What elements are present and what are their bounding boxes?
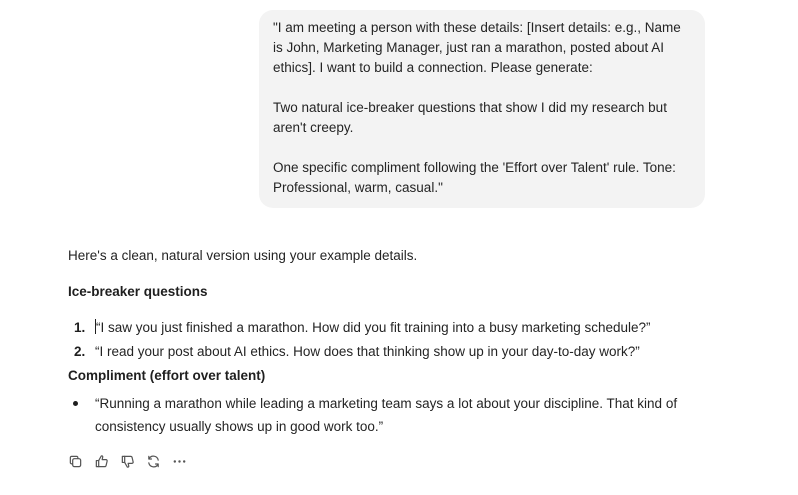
more-options-button[interactable] <box>170 452 188 470</box>
thumbs-up-icon <box>95 454 108 467</box>
message-actions <box>66 452 188 470</box>
assistant-reply: Here's a clean, natural version using yo… <box>68 246 708 438</box>
dislike-button[interactable] <box>118 452 136 470</box>
user-message-paragraph: One specific compliment following the 'E… <box>273 160 680 195</box>
thumbs-down-icon <box>121 455 134 468</box>
question-text: “I saw you just finished a marathon. How… <box>96 320 651 335</box>
copy-icon <box>69 455 81 467</box>
reply-intro: Here's a clean, natural version using yo… <box>68 248 418 263</box>
list-item: 2. “I read your post about AI ethics. Ho… <box>68 342 708 362</box>
list-item: “Running a marathon while leading a mark… <box>68 392 708 438</box>
regenerate-icon <box>147 455 159 467</box>
bullet-icon <box>73 401 78 406</box>
list-item: 1. “I saw you just finished a marathon. … <box>68 318 708 338</box>
user-message-bubble: "I am meeting a person with these detail… <box>259 10 705 208</box>
compliment-list: “Running a marathon while leading a mark… <box>68 392 708 438</box>
compliment-text: “Running a marathon while leading a mark… <box>95 396 678 434</box>
list-number: 1. <box>74 320 86 335</box>
like-button[interactable] <box>92 452 110 470</box>
regenerate-button[interactable] <box>144 452 162 470</box>
icebreaker-list: 1. “I saw you just finished a marathon. … <box>68 318 708 362</box>
user-message-paragraph: Two natural ice-breaker questions that s… <box>273 100 671 135</box>
more-icon <box>173 459 185 463</box>
list-number: 2. <box>74 344 86 359</box>
question-text: “I read your post about AI ethics. How d… <box>95 344 640 359</box>
section-heading-compliment: Compliment (effort over talent) <box>68 368 266 383</box>
copy-button[interactable] <box>66 452 84 470</box>
chat-page: "I am meeting a person with these detail… <box>0 0 798 495</box>
user-message-paragraph: "I am meeting a person with these detail… <box>273 20 685 75</box>
section-heading-icebreakers: Ice-breaker questions <box>68 284 208 299</box>
